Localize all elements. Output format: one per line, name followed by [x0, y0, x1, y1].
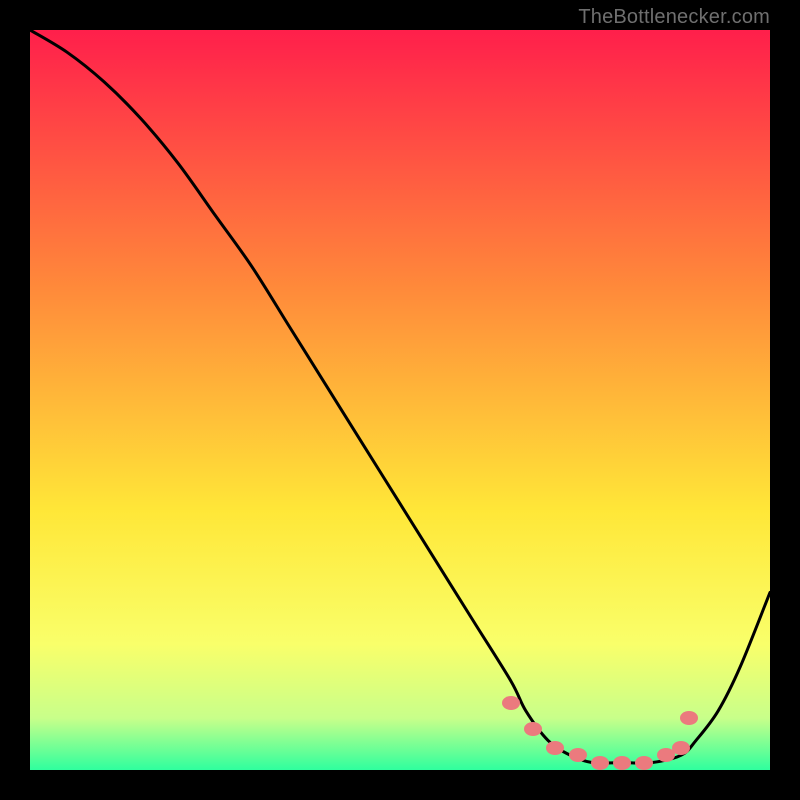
marker-dot	[546, 741, 564, 755]
marker-dot	[524, 722, 542, 736]
marker-dot	[635, 756, 653, 770]
marker-dot	[591, 756, 609, 770]
chart-frame: TheBottlenecker.com	[0, 0, 800, 800]
watermark-text: TheBottlenecker.com	[578, 6, 770, 29]
bottleneck-curve	[30, 30, 770, 770]
marker-dot	[680, 711, 698, 725]
marker-dot	[569, 748, 587, 762]
marker-dot	[672, 741, 690, 755]
marker-dot	[502, 696, 520, 710]
plot-area	[30, 30, 770, 770]
marker-dot	[613, 756, 631, 770]
